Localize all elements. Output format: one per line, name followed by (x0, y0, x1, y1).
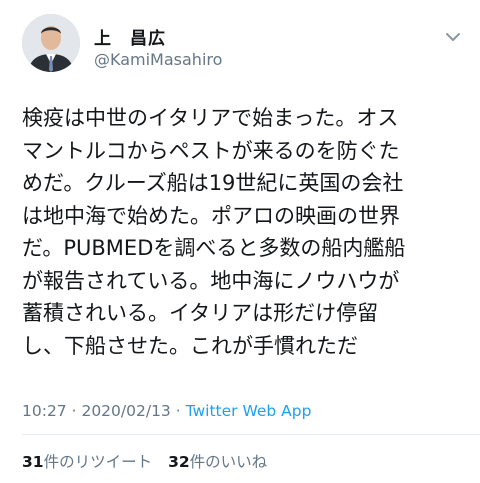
tweet-header: 上 昌広 @KamiMasahiro (22, 14, 462, 80)
meta-separator: · (66, 402, 82, 420)
likes-stat[interactable]: 32件のいいね (168, 450, 267, 472)
tweet-meta: 10:27 · 2020/02/13 · Twitter Web App (22, 402, 311, 420)
likes-label: 件のいいね (189, 453, 268, 471)
tweet-text-line: めだ。クルーズ船は19世紀に英国の会社 (22, 171, 404, 195)
tweet-text: 検疫は中世のイタリアで始まった。オス マントルコからペストが来るのを防ぐた めだ… (22, 102, 462, 362)
tweet-time[interactable]: 10:27 (22, 402, 67, 420)
divider (22, 434, 480, 435)
chevron-down-icon[interactable] (444, 28, 462, 46)
tweet-date[interactable]: 2020/02/13 (81, 402, 170, 420)
person-avatar-icon (22, 14, 80, 72)
author-handle[interactable]: @KamiMasahiro (94, 50, 222, 69)
retweets-count: 31 (22, 453, 44, 471)
tweet-text-line: マントルコからペストが来るのを防ぐた (22, 138, 400, 163)
tweet-text-line: は地中海で始めた。ポアロの映画の世界 (22, 203, 400, 228)
avatar[interactable] (22, 14, 80, 72)
source-app-link[interactable]: Twitter Web App (186, 402, 312, 420)
tweet-stats: 31件のリツイート 32件のいいね (22, 450, 283, 472)
meta-separator: · (170, 402, 186, 420)
author-name[interactable]: 上 昌広 (94, 24, 166, 49)
tweet-text-line: だ。PUBMEDを調べると多数の船内艦船 (22, 236, 406, 260)
retweets-stat[interactable]: 31件のリツイート (22, 450, 152, 472)
tweet-text-line: し、下船させた。これが手慣れただ (22, 333, 358, 358)
retweets-label: 件のリツイート (43, 453, 153, 471)
tweet-text-line: が報告されている。地中海にノウハウが (22, 268, 400, 293)
tweet-text-line: 蓄積されいる。イタリアは形だけ停留 (22, 301, 379, 325)
tweet-text-line: 検疫は中世のイタリアで始まった。オス (22, 106, 399, 130)
likes-count: 32 (168, 453, 190, 471)
